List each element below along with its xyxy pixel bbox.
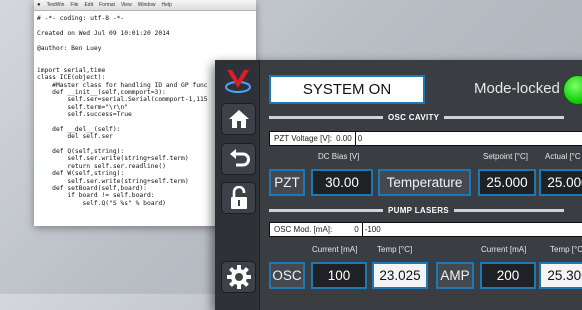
osc-temp-caption: Temp [°C] bbox=[377, 245, 413, 254]
settings-button[interactable] bbox=[221, 261, 256, 293]
home-button[interactable] bbox=[221, 103, 256, 135]
code-line: @author: Ben Luey bbox=[37, 44, 102, 52]
osc-mod-label: OSC Mod. [mA]: bbox=[274, 225, 333, 234]
sidebar bbox=[215, 60, 260, 310]
amp-current-input[interactable]: 200 bbox=[480, 262, 536, 289]
unlock-icon bbox=[230, 186, 247, 209]
temperature-button[interactable]: Temperature bbox=[378, 169, 471, 196]
amp-temp-display: 25.306 bbox=[539, 262, 582, 289]
menu-item-edit[interactable]: Edit bbox=[84, 2, 93, 8]
dc-bias-caption: DC Bias [V] bbox=[318, 152, 360, 161]
osc-current-caption: Current [mA] bbox=[312, 245, 358, 254]
pump-lasers-title: PUMP LASERS bbox=[388, 205, 449, 215]
osc-pump-button[interactable]: OSC bbox=[269, 262, 305, 289]
osc-cavity-header: OSC CAVITY bbox=[269, 112, 565, 122]
pzt-voltage-bar: 0 1 bbox=[354, 132, 582, 145]
menu-item-view[interactable]: View bbox=[121, 2, 132, 8]
setpoint-input[interactable]: 25.000 bbox=[478, 169, 536, 196]
divider bbox=[444, 115, 565, 119]
logo-icon bbox=[225, 70, 251, 93]
unlock-button[interactable] bbox=[221, 182, 256, 214]
pzt-voltage-indicator: PZT Voltage [V]: 0.00 0 1 bbox=[269, 131, 582, 146]
osc-mod-indicator: OSC Mod. [mA]: 0 -100 1 bbox=[269, 222, 582, 237]
osc-current-input[interactable]: 100 bbox=[311, 262, 367, 289]
osc-mod-scale-min: -100 bbox=[364, 225, 381, 234]
osc-mod-value: 0 bbox=[354, 225, 359, 234]
actual-caption: Actual [°C bbox=[545, 152, 581, 161]
pzt-scale-min: 0 bbox=[357, 134, 363, 143]
osc-temp-display: 23.025 bbox=[372, 262, 428, 289]
home-icon bbox=[228, 110, 249, 128]
mode-locked-label: Mode-locked bbox=[474, 80, 560, 97]
setpoint-caption: Setpoint [°C] bbox=[483, 152, 528, 161]
amp-pump-button[interactable]: AMP bbox=[436, 262, 474, 289]
osc-mod-bar: -100 1 bbox=[361, 223, 582, 236]
editor-menubar: ● TextWin File Edit Format View Window H… bbox=[34, 0, 256, 11]
divider bbox=[453, 208, 564, 212]
pzt-button[interactable]: PZT bbox=[269, 169, 305, 196]
dc-bias-input[interactable]: 30.00 bbox=[311, 169, 373, 196]
menu-item-help[interactable]: Help bbox=[161, 2, 171, 8]
divider bbox=[269, 115, 383, 119]
menu-item-window[interactable]: Window bbox=[138, 2, 156, 8]
code-line: Created on Wed Jul 09 10:01:20 2014 bbox=[37, 29, 170, 37]
pzt-voltage-label: PZT Voltage [V]: bbox=[274, 134, 333, 143]
pzt-voltage-value: 0.00 bbox=[336, 134, 352, 143]
actual-temperature-display: 25.000 bbox=[539, 169, 582, 196]
laser-control-panel: SYSTEM ON Mode-locked OSC CAVITY PZT Vol… bbox=[215, 60, 582, 310]
amp-temp-caption: Temp [°C bbox=[550, 245, 582, 254]
menu-item-app[interactable]: TextWin bbox=[47, 2, 65, 8]
menu-item-file[interactable]: File bbox=[70, 2, 78, 8]
code-line: # -*- coding: utf-8 -*- bbox=[37, 15, 125, 22]
osc-cavity-title: OSC CAVITY bbox=[388, 112, 440, 122]
mode-locked-indicator-led bbox=[563, 75, 582, 105]
pump-lasers-header: PUMP LASERS bbox=[269, 205, 564, 215]
apple-icon[interactable]: ● bbox=[37, 2, 41, 8]
back-button[interactable] bbox=[221, 143, 256, 175]
system-status-display[interactable]: SYSTEM ON bbox=[269, 75, 425, 104]
amp-current-caption: Current [mA] bbox=[481, 245, 527, 254]
gear-icon bbox=[226, 265, 251, 289]
divider bbox=[269, 208, 383, 212]
menu-item-format[interactable]: Format bbox=[99, 2, 115, 8]
back-arrow-icon bbox=[229, 149, 250, 167]
